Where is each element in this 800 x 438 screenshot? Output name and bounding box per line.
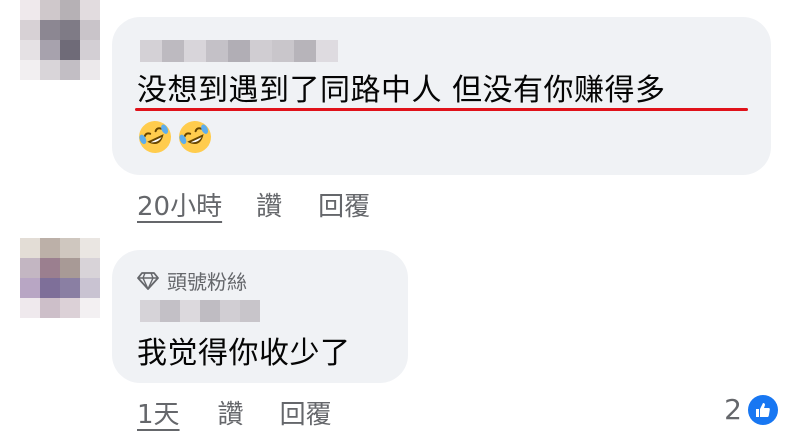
diamond-icon <box>137 271 159 290</box>
comment-thread: 没想到遇到了同路中人 但没有你赚得多 20小時 讚 回覆 頭號粉絲 我觉得你收少… <box>0 0 800 438</box>
timestamp-link[interactable]: 1天 <box>137 394 180 431</box>
reaction-count: 2 <box>724 393 742 426</box>
emoji-row <box>137 119 213 155</box>
like-button[interactable]: 讚 <box>256 186 282 223</box>
comment-text: 没想到遇到了同路中人 但没有你赚得多 <box>137 73 666 108</box>
thumbs-up-icon <box>748 394 778 425</box>
reaction-summary[interactable]: 2 <box>724 393 778 426</box>
rolling-on-floor-laughing-icon <box>139 121 171 153</box>
rolling-on-floor-laughing-icon <box>179 121 211 153</box>
avatar[interactable] <box>20 0 100 80</box>
badge-label: 頭號粉絲 <box>167 270 247 294</box>
reply-button[interactable]: 回覆 <box>318 186 370 223</box>
like-button[interactable]: 讚 <box>218 394 244 431</box>
comment-text: 我觉得你收少了 <box>137 336 351 371</box>
timestamp-link[interactable]: 20小時 <box>137 186 222 223</box>
commenter-name-blurred[interactable] <box>140 40 338 62</box>
reply-button[interactable]: 回覆 <box>280 394 332 431</box>
highlight-underline <box>135 108 748 111</box>
avatar[interactable] <box>20 238 100 318</box>
commenter-name-blurred[interactable] <box>140 300 260 322</box>
comment-actions: 1天 讚 回覆 <box>137 394 332 431</box>
comment-actions: 20小時 讚 回覆 <box>137 186 370 223</box>
top-fan-badge: 頭號粉絲 <box>137 266 247 295</box>
